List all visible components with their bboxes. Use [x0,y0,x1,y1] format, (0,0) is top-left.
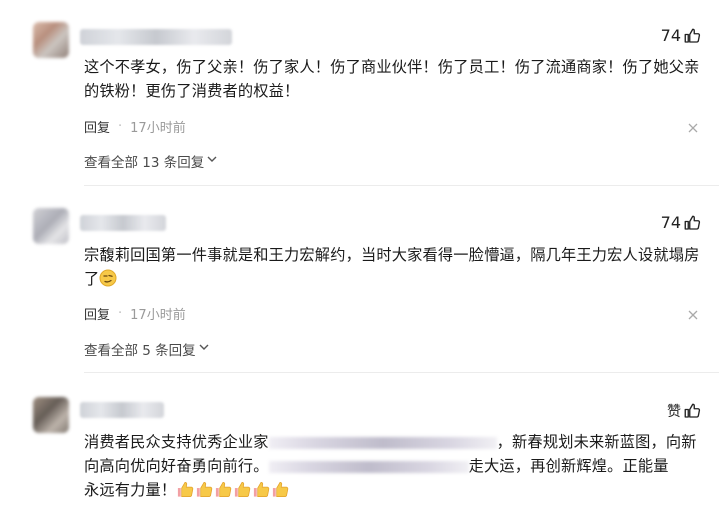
thumbs-up-emoji [195,480,214,505]
separator-dot: · [118,119,123,134]
like-button[interactable]: 74 [661,26,701,45]
timestamp: 17小时前 [130,308,186,323]
comment-line-3: 永远有力量！ [84,478,704,505]
view-all-replies[interactable]: 查看全部 5 条回复 [84,339,210,359]
thumbs-up-emoji [233,480,252,505]
comment-text: 消费者民众支持优秀企业家 ，新春规划未来新蓝图，向新 向高向优向好奋勇向前行。 走大… [84,430,704,505]
avatar[interactable] [33,22,69,58]
like-button[interactable]: 74 [661,213,701,232]
comment-text: 这个不孝女，伤了父亲！伤了家人！伤了商业伙伴！伤了员工！伤了流通商家！伤了她父亲… [84,58,700,100]
thumbs-up-emoji-group [176,481,290,499]
smirk-emoji [99,269,117,294]
reply-button[interactable]: 回复 [84,304,110,323]
close-icon[interactable] [687,306,701,320]
thumbs-up-emoji [176,480,195,505]
like-count: 74 [660,213,681,232]
view-all-replies[interactable]: 查看全部 13 条回复 [84,151,218,171]
separator-dot: · [118,306,123,321]
comment-line-1: 消费者民众支持优秀企业家 ，新春规划未来新蓝图，向新 [84,430,704,454]
text-segment: 走大运，再创新辉煌。正能量 [468,457,669,475]
text-segment: 永远有力量！ [84,481,177,499]
close-icon[interactable] [687,119,701,133]
thumbs-up-emoji [271,480,290,505]
view-all-label: 查看全部 13 条回复 [84,155,205,171]
thumbs-up-icon [683,214,701,232]
username-redacted[interactable] [80,29,232,45]
text-segment: 消费者民众支持优秀企业家 [84,433,269,451]
comment-line-2: 向高向优向好奋勇向前行。 走大运，再创新辉煌。正能量 [84,454,704,478]
thumbs-up-icon [683,402,701,420]
comment-meta: 回复 · 17小时前 [84,304,186,323]
comment-text-content: 宗馥莉回国第一件事就是和王力宏解约，当时大家看得一脸懵逼，隔几年王力宏人设就塌房… [84,246,700,288]
thumbs-up-emoji [252,480,271,505]
text-segment: ，新春规划未来新蓝图，向新 [496,433,697,451]
timestamp: 17小时前 [130,121,186,136]
redacted-text [268,460,469,473]
redacted-text [268,436,497,449]
divider [84,185,719,186]
avatar[interactable] [33,208,69,244]
divider [84,372,719,373]
thumbs-up-emoji [214,480,233,505]
username-redacted[interactable] [80,402,164,418]
text-segment: 向高向优向好奋勇向前行。 [84,457,269,475]
like-count: 74 [660,26,681,45]
like-label: 赞 [667,404,681,420]
avatar[interactable] [33,397,69,433]
comment-meta: 回复 · 17小时前 [84,117,186,136]
comment-text: 宗馥莉回国第一件事就是和王力宏解约，当时大家看得一脸懵逼，隔几年王力宏人设就塌房… [84,243,704,294]
chevron-down-icon [206,153,218,169]
username-redacted[interactable] [80,215,166,231]
like-button[interactable]: 赞 [667,401,701,421]
thumbs-up-icon [683,27,701,45]
view-all-label: 查看全部 5 条回复 [84,343,196,359]
reply-button[interactable]: 回复 [84,117,110,136]
chevron-down-icon [198,341,210,357]
